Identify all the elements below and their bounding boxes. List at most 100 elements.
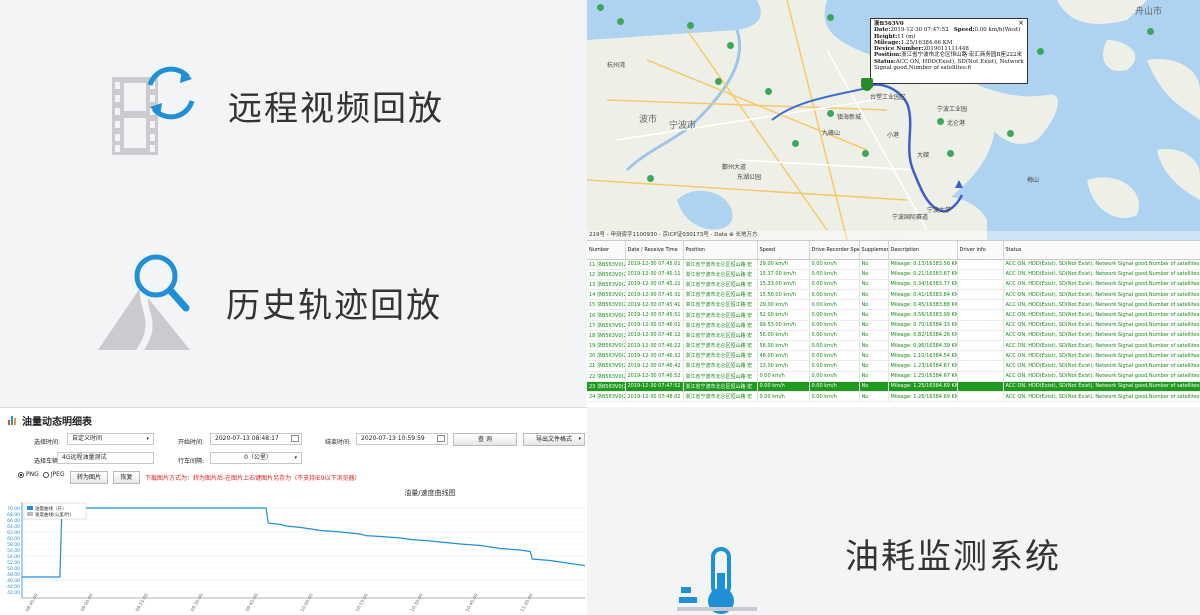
table-cell: ACC ON, HDD(Exist), SD(Not Exist), Netwo… — [1003, 299, 1200, 311]
table-cell: ACC ON, HDD(Exist), SD(Not Exist), Netwo… — [1003, 340, 1200, 352]
map-poi-icon — [827, 110, 834, 117]
column-header[interactable]: Drive Recorder Speed — [809, 241, 860, 260]
film-sync-icon — [110, 55, 200, 155]
map-label: 杭州湾 — [607, 62, 626, 69]
column-header[interactable]: Description — [888, 241, 958, 260]
table-cell: 14 浙B563V0(2 — [587, 289, 626, 301]
table-row[interactable]: 22 浙B563V0(2 2019-12-30 07:46:52 浙江省宁波市北仑区… — [587, 371, 1200, 382]
end-time-input[interactable]: 2020-07-13 10:59:59 — [356, 433, 448, 445]
column-header[interactable]: Number — [587, 241, 626, 260]
table-row[interactable]: 15 浙B563V0(2 2019-12-30 07:45:41 浙江省宁波市北仑区… — [587, 299, 1200, 311]
table-row[interactable]: 19 浙B563V0(2 2019-12-30 07:46:22 浙江省宁波市北仑区… — [587, 340, 1200, 352]
map-label: 台塑工业园区 — [870, 94, 907, 101]
map-poi-icon — [597, 4, 604, 11]
table-cell: 2019-12-30 07:46:12 — [625, 330, 684, 342]
popup-status: ACC ON, HDD(Exist), SD(Not Exist), Netwo… — [874, 58, 1024, 72]
table-cell: 24 浙B563V0(2 — [587, 391, 626, 403]
table-cell: 浙江省宁波市北仑区恒山路·宏 — [683, 340, 758, 352]
table-cell: No — [859, 360, 889, 372]
y-tick-label: 62.00 — [7, 530, 20, 536]
table-row[interactable]: 21 浙B563V0(2 2019-12-30 07:46:42 浙江省宁波市北仑区… — [587, 360, 1200, 372]
export-format-button[interactable]: 导出文件格式 ▾ — [523, 433, 585, 446]
y-tick-label: 48.00 — [7, 572, 20, 578]
map-poi-icon — [687, 22, 694, 29]
close-icon[interactable]: × — [1018, 19, 1024, 26]
column-header[interactable]: Speed — [757, 241, 810, 260]
map-poi-icon — [937, 118, 944, 125]
table-row[interactable]: 16 浙B563V0(2 2019-12-30 07:45:51 浙江省宁波市北仑区… — [587, 309, 1200, 321]
chevron-down-icon: ▾ — [578, 436, 581, 442]
column-header[interactable]: Status — [1003, 241, 1200, 260]
table-cell: 浙江省宁波市北仑区恒山路·宏 — [683, 289, 758, 301]
y-tick-label: 60.00 — [7, 536, 20, 542]
table-row[interactable]: 23 浙B563V0(2 2019-12-30 07:47:52 浙江省宁波市北仑区… — [587, 381, 1200, 392]
reset-button[interactable]: 恢复 — [113, 471, 140, 484]
popup-position: 浙江省宁波市北仑区恒山路·宏汇商务园B座222米 — [901, 52, 1022, 59]
table-cell: 浙江省宁波市北仑区恒山路·宏 — [683, 279, 758, 291]
column-header[interactable]: Supplement — [859, 241, 889, 260]
time-range-select[interactable]: 自定义时间 ▾ — [67, 433, 154, 445]
table-cell — [957, 340, 1004, 352]
table-cell — [957, 330, 1004, 342]
table-row[interactable]: 11 浙B563V0(2 2019-12-30 07:45:01 浙江省宁波市北仑区… — [587, 259, 1200, 270]
map-label: 宁波工业园 — [937, 106, 968, 113]
table-cell — [957, 299, 1004, 311]
table-cell: 浙江省宁波市北仑区恒山路·宏 — [683, 350, 758, 362]
feature-track-replay: 历史轨迹回放 — [98, 250, 442, 355]
map-poi-icon — [862, 150, 869, 157]
column-header[interactable]: Driver info — [957, 241, 1004, 260]
start-time-input[interactable]: 2020-07-13 08:48:17 — [210, 433, 302, 445]
radio-png[interactable] — [18, 471, 24, 478]
table-cell: ACC ON, HDD(Exist), SD(Not Exist), Netwo… — [1003, 279, 1200, 291]
feature-fuel-monitor: 油耗监测系统 — [845, 529, 1061, 578]
table-cell: 浙江省宁波市北仑区恒山路·宏 — [683, 309, 758, 321]
table-row[interactable]: 20 浙B563V0(2 2019-12-30 07:46:32 浙江省宁波市北仑区… — [587, 350, 1200, 362]
table-cell: 13.00 km/h — [757, 360, 810, 372]
table-cell: No — [859, 259, 889, 270]
table-row[interactable]: 17 浙B563V0(2 2019-12-30 07:46:01 浙江省宁波市北仑区… — [587, 320, 1200, 331]
table-cell: Mileage: 1.25/16384.67 KM — [888, 371, 958, 382]
table-row[interactable]: 12 浙B563V0(2 2019-12-30 07:45:11 浙江省宁波市北仑区… — [587, 269, 1200, 280]
table-cell: 0.00 km/h — [809, 391, 860, 403]
vehicle-marker-icon[interactable] — [861, 78, 873, 88]
convert-image-button[interactable]: 转为图片 — [70, 471, 108, 484]
table-row[interactable]: 18 浙B563V0(2 2019-12-30 07:46:12 浙江省宁波市北仑区… — [587, 330, 1200, 342]
table-cell: No — [859, 309, 889, 321]
table-row[interactable]: 13 浙B563V0(2 2019-12-30 07:45:21 浙江省宁波市北仑区… — [587, 279, 1200, 291]
table-cell: 12 浙B563V0(2 — [587, 269, 626, 280]
table-cell: No — [859, 371, 889, 382]
radio-jpeg[interactable] — [42, 471, 49, 478]
table-row[interactable]: 14 浙B563V0(2 2019-12-30 07:45:31 浙江省宁波市北仑区… — [587, 289, 1200, 301]
vehicle-input[interactable]: 4G远程油量测试 — [57, 452, 154, 464]
table-cell: 22 浙B563V0(2 — [587, 371, 626, 382]
start-time-label: 开始时间: — [178, 439, 205, 446]
table-cell: 99.53.00 km/h — [757, 320, 810, 331]
table-cell: 21 浙B563V0(2 — [587, 360, 626, 372]
map-poi-icon — [647, 175, 654, 182]
table-cell: 浙江省宁波市北仑区恒山路·宏 — [683, 391, 758, 403]
table-cell: 2019-12-30 07:45:01 — [625, 259, 684, 270]
table-cell: ACC ON, HDD(Exist), SD(Not Exist), Netwo… — [1003, 350, 1200, 362]
x-tick-label: 09:30:00 — [190, 592, 205, 613]
map-label: 镇海新城 — [837, 114, 862, 121]
vehicle-info-popup: × 浙B563V0 Date:2019-12-30 07:47:52 Speed… — [870, 18, 1028, 84]
table-cell: 18 浙B563V0(2 — [587, 330, 626, 342]
map-view[interactable]: 舟山市 宁波市 波市 台塑工业园区 宁波工业园 宁波大学 东湖公园 杭州湾 宁波… — [587, 0, 1200, 240]
map-label: 东湖公园 — [737, 174, 762, 181]
y-tick-label: 70.00 — [7, 506, 20, 512]
table-cell: 13 浙B563V0(2 — [587, 279, 626, 291]
gap-select[interactable]: 0（公里） ▾ — [210, 452, 302, 464]
column-header[interactable]: Date / Receive Time — [625, 241, 684, 260]
end-time-label: 结束时间: — [325, 439, 352, 446]
table-cell — [957, 381, 1004, 392]
x-tick-label: 10:30:00 — [410, 592, 425, 613]
column-header[interactable]: Position — [683, 241, 758, 260]
table-cell: ACC ON, HDD(Exist), SD(Not Exist), Netwo… — [1003, 320, 1200, 331]
table-row[interactable]: 24 浙B563V0(2 2019-12-30 07:48:02 浙江省宁波市北仑区… — [587, 391, 1200, 403]
table-cell: No — [859, 340, 889, 352]
table-cell — [957, 360, 1004, 372]
table-cell: 2019-12-30 07:46:32 — [625, 350, 684, 362]
table-cell: Mileage: 1.25/16384.69 KM — [888, 381, 958, 392]
query-button[interactable]: 查 询 — [453, 433, 517, 446]
map-city-label: 宁波市 — [669, 121, 697, 131]
